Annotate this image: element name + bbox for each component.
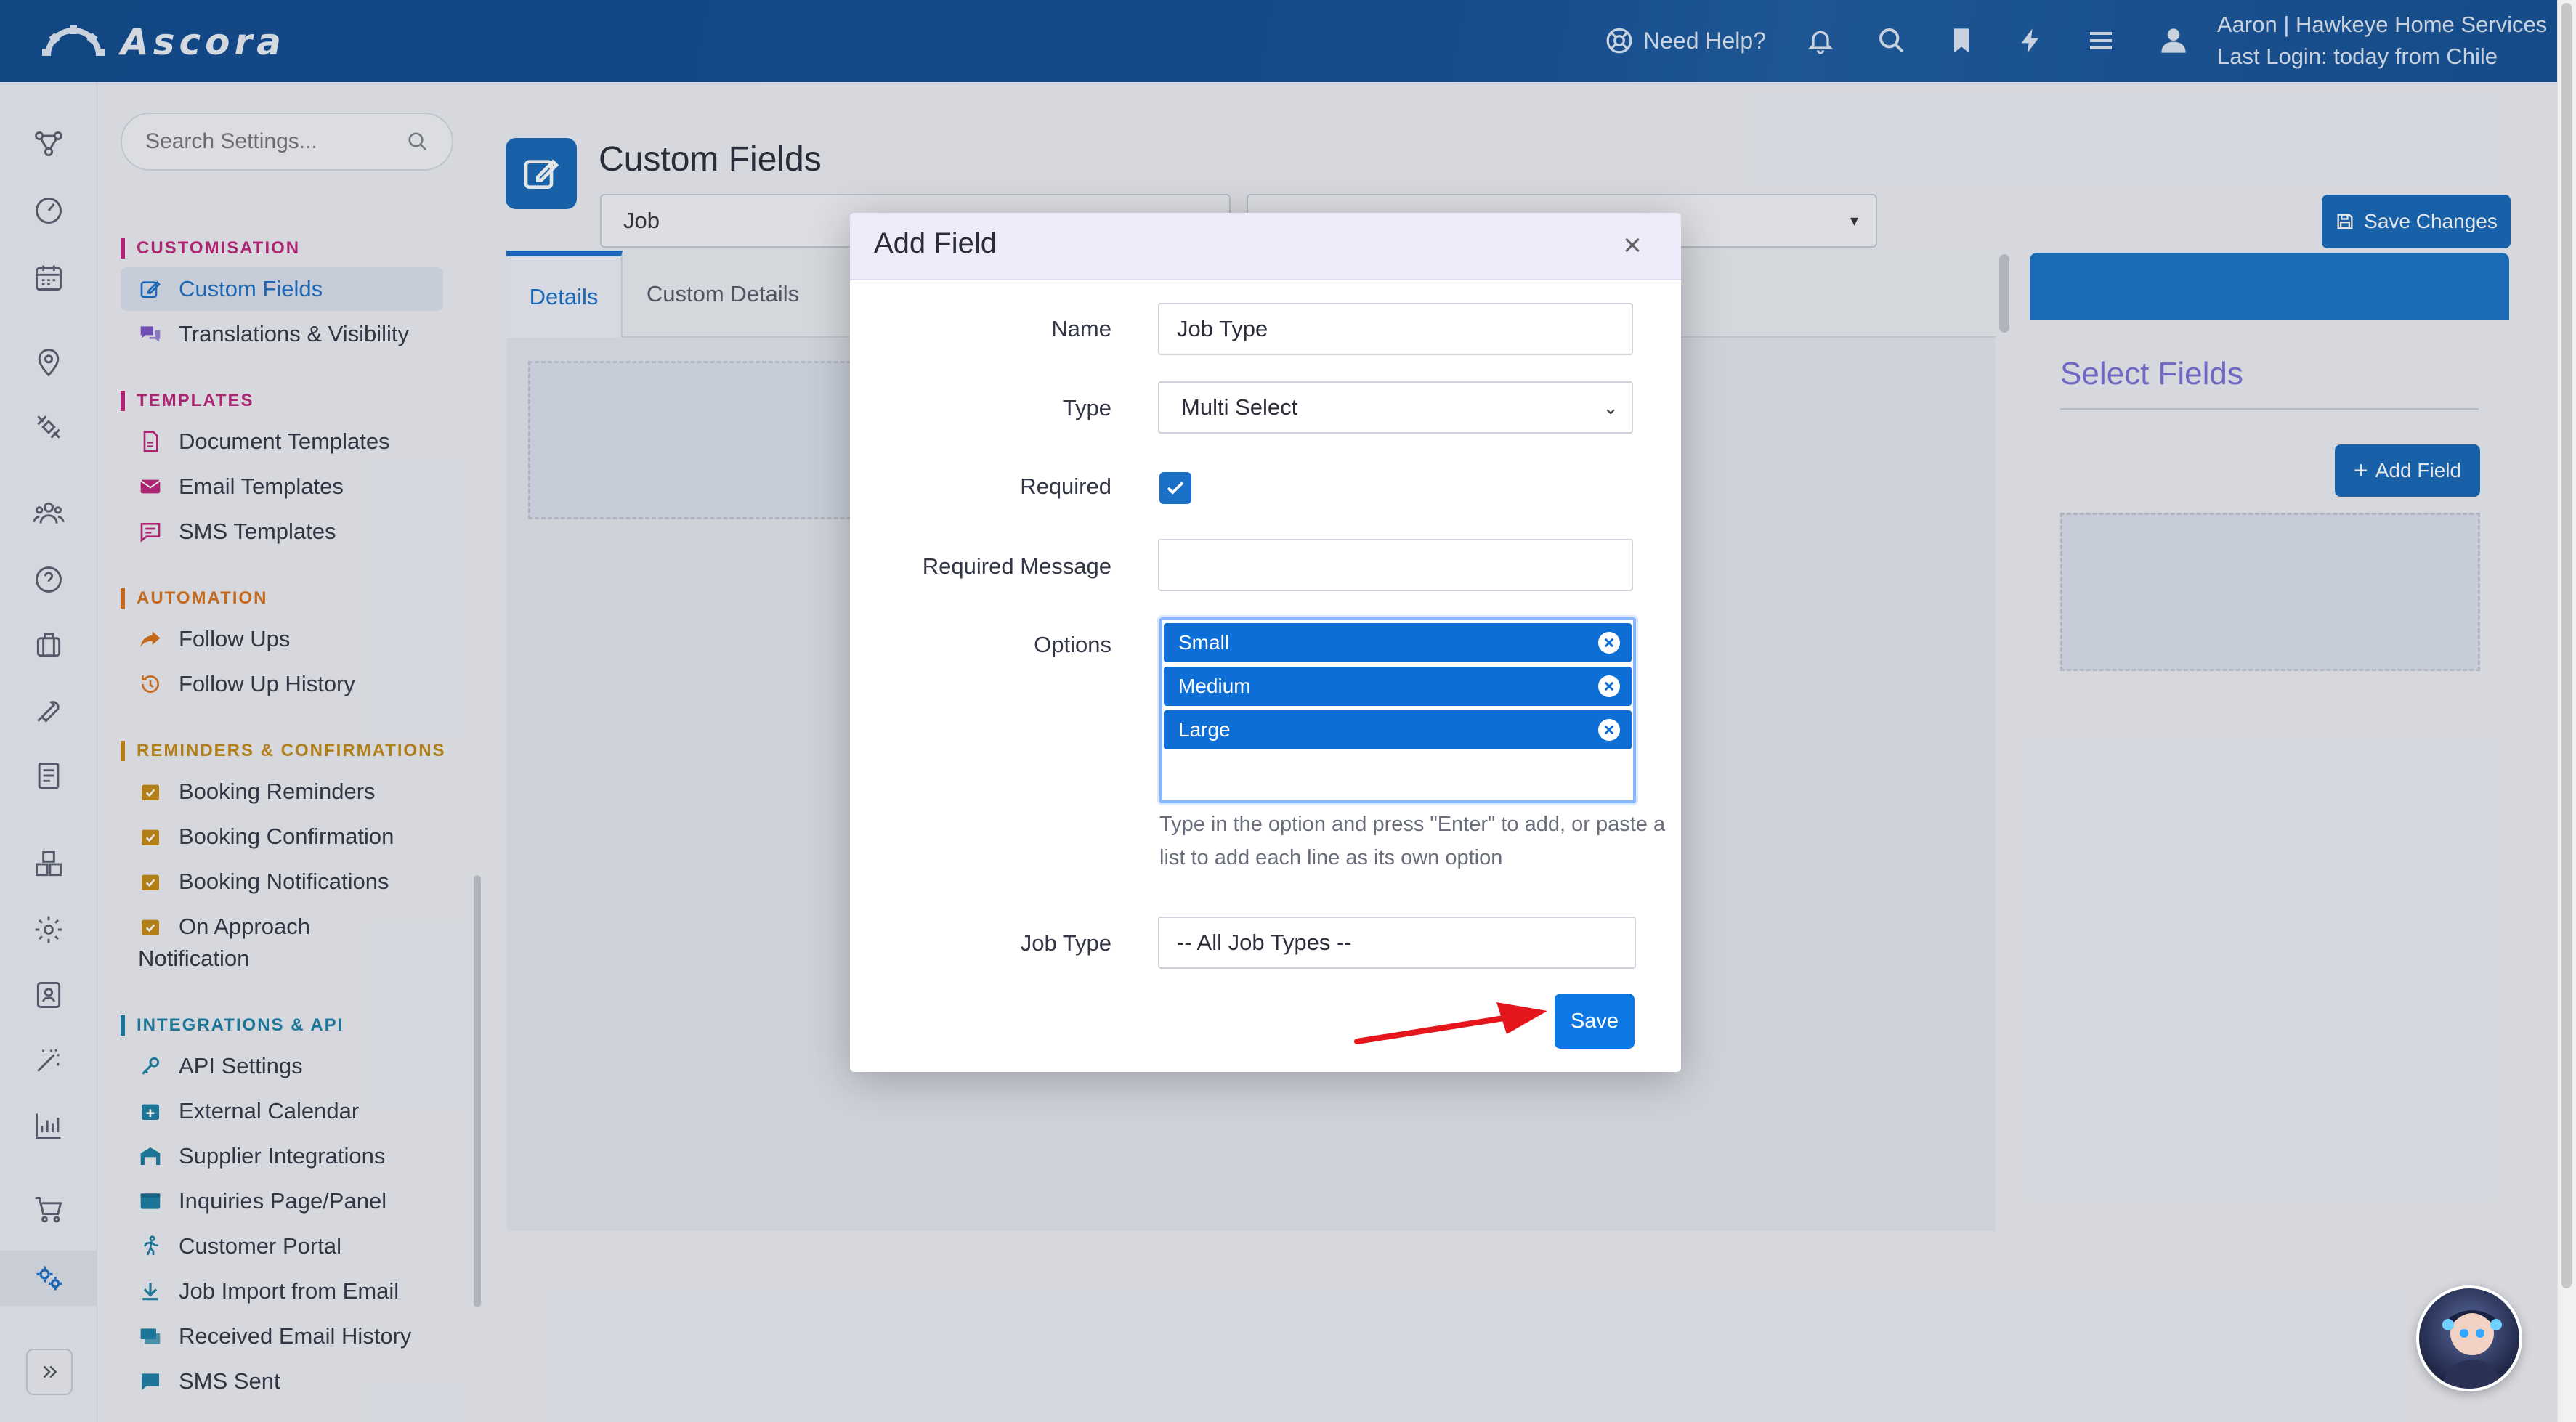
type-label: Type [1062,395,1111,420]
option-tag[interactable]: Small [1164,623,1632,662]
option-tag[interactable]: Large [1164,710,1632,749]
required-message-label: Required Message [922,553,1111,579]
page-scrollbar-thumb[interactable] [2561,3,2572,1288]
remove-tag-icon[interactable] [1598,675,1620,697]
options-help-text: Type in the option and press "Enter" to … [1159,813,1666,869]
assistant-avatar[interactable] [2416,1285,2522,1391]
remove-tag-icon[interactable] [1598,632,1620,654]
save-button[interactable]: Save [1555,994,1635,1049]
job-type-select[interactable]: -- All Job Types -- [1158,917,1636,969]
chevron-down-icon: ⌄ [1603,396,1619,418]
remove-tag-icon[interactable] [1598,719,1620,741]
required-checkbox[interactable] [1159,472,1191,504]
name-input[interactable] [1158,303,1633,355]
annotation-arrow-icon [1354,1002,1547,1044]
modal-title: Add Field [874,227,997,259]
checkmark-icon [1167,482,1184,495]
job-type-label: Job Type [1020,930,1111,956]
required-message-input[interactable] [1158,539,1633,591]
close-icon[interactable]: × [1614,227,1650,264]
required-label: Required [1020,474,1111,499]
option-tag[interactable]: Medium [1164,667,1632,706]
type-select[interactable]: Multi Select ⌄ [1158,381,1633,434]
name-label: Name [1051,316,1111,341]
options-label: Options [1034,632,1111,657]
